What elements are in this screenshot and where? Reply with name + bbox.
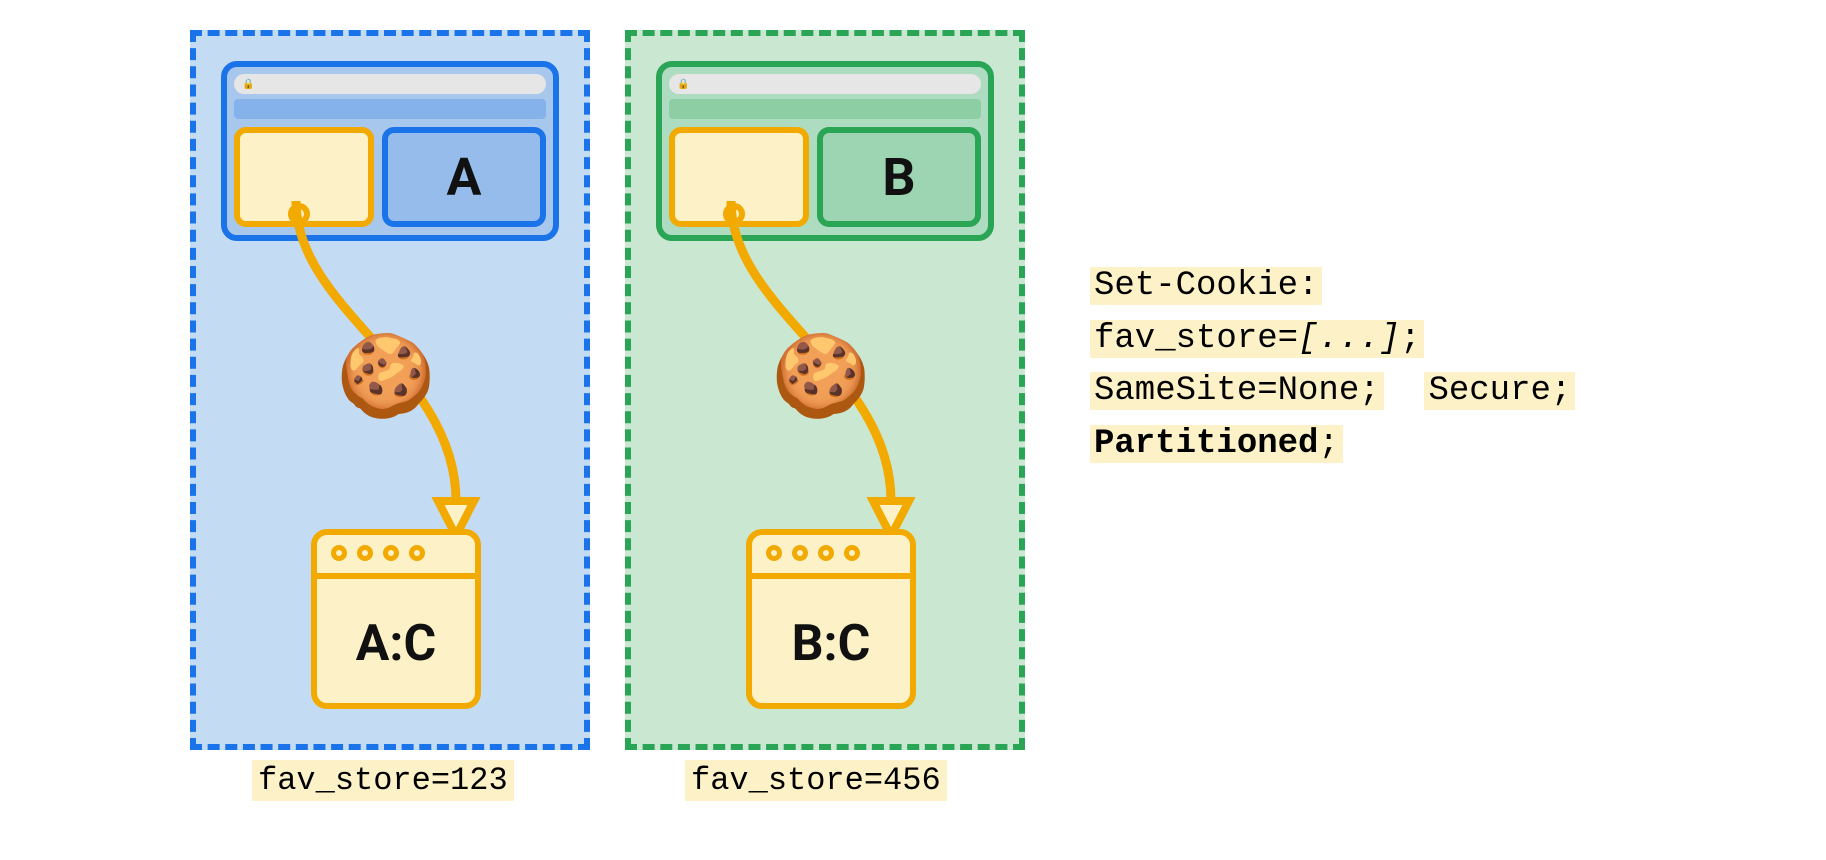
cookie-store-b: B:C	[746, 529, 916, 709]
code-line-1: Set-Cookie:	[1090, 267, 1322, 305]
browser-toolbar	[669, 99, 981, 119]
store-window-dots	[331, 545, 425, 561]
cookie-icon: 🍪	[336, 336, 436, 416]
code-semi: ;	[1400, 320, 1420, 358]
code-secure: Secure;	[1424, 372, 1575, 410]
url-bar: 🔒	[669, 74, 981, 94]
caption-a: fav_store=123	[252, 760, 514, 801]
site-a-label: A	[447, 147, 482, 208]
cookie-store-a: A:C	[311, 529, 481, 709]
site-b-label: B	[882, 147, 915, 208]
lock-icon: 🔒	[242, 79, 254, 90]
diagram-canvas: 🔒 A 🍪 A:C 🔒	[20, 20, 1826, 840]
partition-a: 🔒 A 🍪 A:C	[190, 30, 590, 750]
url-bar: 🔒	[234, 74, 546, 94]
store-a-label: A:C	[317, 615, 475, 673]
browser-a: 🔒 A	[221, 61, 559, 241]
store-window-dots	[766, 545, 860, 561]
cookie-icon: 🍪	[771, 336, 871, 416]
site-b-frame: B	[817, 127, 981, 227]
browser-b: 🔒 B	[656, 61, 994, 241]
browser-toolbar	[234, 99, 546, 119]
lock-icon: 🔒	[677, 79, 689, 90]
code-partitioned: Partitioned	[1094, 425, 1318, 463]
iframe-c-in-a	[234, 127, 374, 227]
site-a-frame: A	[382, 127, 546, 227]
iframe-c-in-b	[669, 127, 809, 227]
set-cookie-code: Set-Cookie: fav_store=[...]; SameSite=No…	[1090, 260, 1575, 471]
code-semi-2: ;	[1318, 425, 1338, 463]
iframe-anchor-icon	[288, 203, 310, 225]
caption-b: fav_store=456	[685, 760, 947, 801]
code-key: fav_store=	[1094, 320, 1298, 358]
partition-b: 🔒 B 🍪 B:C	[625, 30, 1025, 750]
code-samesite: SameSite=None;	[1090, 372, 1384, 410]
iframe-anchor-icon	[723, 203, 745, 225]
code-val: [...]	[1298, 320, 1400, 358]
store-b-label: B:C	[752, 615, 910, 673]
